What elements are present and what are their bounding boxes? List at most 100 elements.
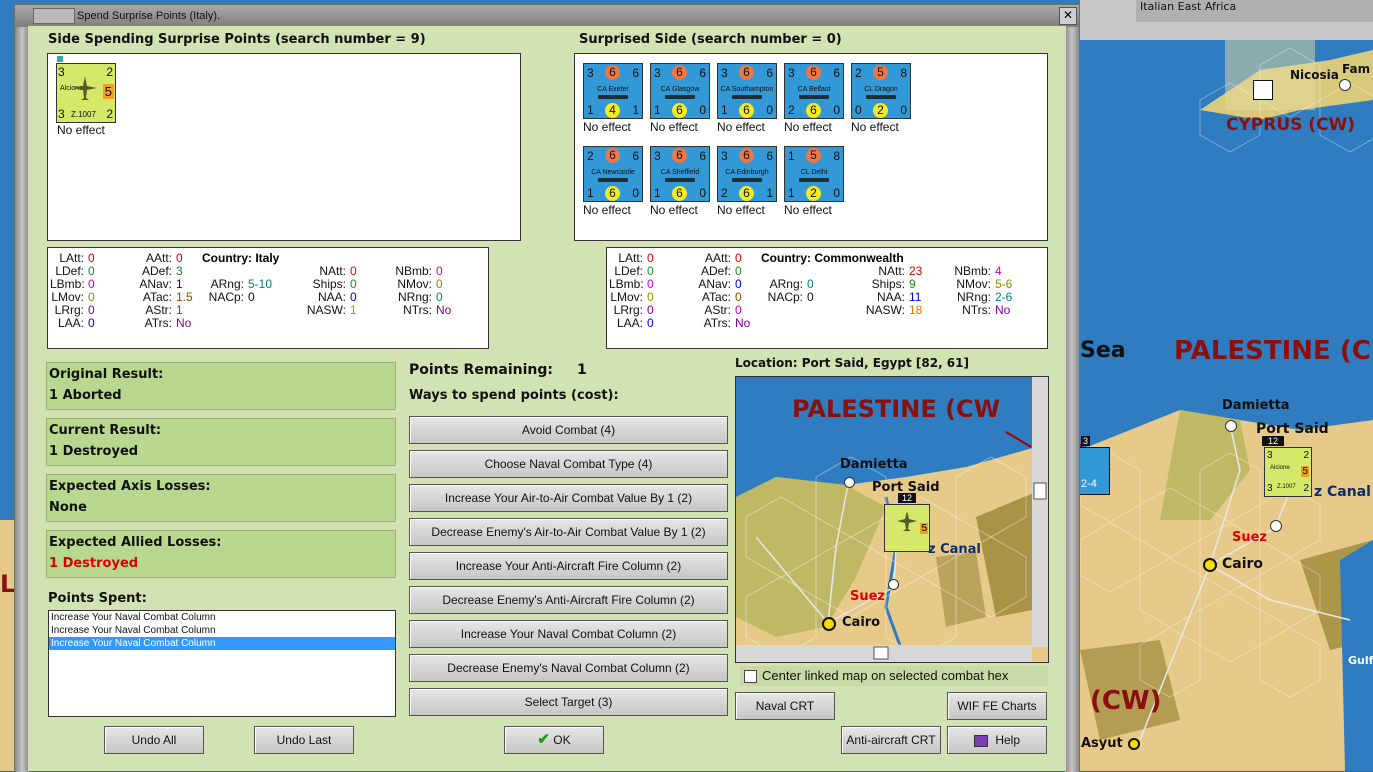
stat-label-nmov: NMov: [397, 277, 432, 291]
cairo-city-icon [1203, 558, 1217, 572]
anti-aircraft-crt-button[interactable]: Anti-aircraft CRT [841, 726, 941, 754]
stat-value-ntrs: No [995, 303, 1011, 317]
ship-icon [665, 95, 695, 99]
stat-value-laa: 0 [88, 316, 95, 330]
ship-tc: 6 [739, 65, 754, 80]
ship-counter[interactable]: 2 5 8 CL Dragon 0 2 0 [851, 63, 911, 119]
stat-value-natt: 0 [350, 264, 357, 278]
stat-label-latt: LAtt: [618, 251, 643, 265]
map-label-italian-east-africa: Italian East Africa [1140, 0, 1237, 13]
increase-naval-combat-button[interactable]: Increase Your Naval Combat Column (2) [409, 620, 728, 648]
minimap-cairo-city-icon [822, 617, 836, 631]
stat-label-nrng: NRng: [397, 290, 432, 304]
side-spending-units-box[interactable] [47, 53, 521, 241]
select-target-button[interactable]: Select Target (3) [409, 688, 728, 716]
ship-counter[interactable]: 3 6 6 CA Edinburgh 2 6 1 [717, 146, 777, 202]
ship-bl: 2 [721, 186, 728, 200]
stat-label-naa: NAA: [876, 290, 905, 304]
help-button[interactable]: Help [947, 726, 1047, 754]
stat-label-lmov: LMov: [51, 290, 84, 304]
ship-tr: 8 [900, 66, 907, 80]
ship-effect: No effect [784, 120, 832, 134]
stat-label-nbmb: NBmb: [395, 264, 432, 278]
side-spending-header: Side Spending Surprise Points (search nu… [48, 32, 426, 47]
ship-effect: No effect [650, 120, 698, 134]
dialog-titlebar[interactable]: Spend Surprise Points (Italy). ✕ [15, 5, 1079, 28]
stat-value-ldef: 0 [647, 264, 654, 278]
naval-crt-button[interactable]: Naval CRT [735, 692, 835, 720]
stat-label-anav: ANav: [698, 277, 731, 291]
stat-label-nmov: NMov: [956, 277, 991, 291]
increase-anti-aircraft-button[interactable]: Increase Your Anti-Aircraft Fire Column … [409, 552, 728, 580]
center-map-checkbox[interactable] [744, 670, 757, 683]
partial-unit-count: 3 [1081, 436, 1091, 446]
stat-label-atac: ATac: [142, 290, 172, 304]
wif-fe-charts-button[interactable]: WIF FE Charts [947, 692, 1047, 720]
ship-tr: 6 [632, 66, 639, 80]
ship-tc: 6 [672, 148, 687, 163]
stat-value-lbmb: 0 [88, 277, 95, 291]
stat-label-ldef: LDef: [55, 264, 84, 278]
list-item[interactable]: Increase Your Naval Combat Column [49, 624, 395, 637]
current-result-box: Current Result: 1 Destroyed [46, 418, 396, 466]
list-item[interactable]: Increase Your Naval Combat Column [49, 611, 395, 624]
ship-tr: 8 [833, 149, 840, 163]
unit-br: 2 [106, 107, 113, 121]
cyprus-unit-icon[interactable] [1253, 80, 1273, 100]
ship-icon [598, 178, 628, 182]
stats-commonwealth: LAtt: 0 LDef: 0 LBmb: 0 LMov: 0 LRrg: 0 LAA: 0 AAtt:… [606, 247, 1048, 349]
list-item-selected[interactable]: Increase Your Naval Combat Column [49, 637, 395, 650]
points-remaining-label: Points Remaining: [409, 362, 554, 378]
undo-all-button[interactable]: Undo All [104, 726, 204, 754]
stat-value-ships: 0 [350, 277, 357, 291]
stat-value-lmov: 0 [88, 290, 95, 304]
ship-tl: 3 [721, 66, 728, 80]
decrease-enemy-anti-aircraft-button[interactable]: Decrease Enemy's Anti-Aircraft Fire Colu… [409, 586, 728, 614]
ship-counter[interactable]: 3 6 6 CA Exeter 1 4 1 [583, 63, 643, 119]
minimap-air-unit[interactable]: 5 [884, 504, 930, 552]
choose-naval-combat-type-button[interactable]: Choose Naval Combat Type (4) [409, 450, 728, 478]
system-menu-button[interactable] [33, 8, 75, 24]
stat-value-nrng: 0 [436, 290, 443, 304]
stat-value-lrrg: 0 [88, 303, 95, 317]
ship-counter[interactable]: 3 6 6 CA Southampton 1 6 0 [717, 63, 777, 119]
ship-counter[interactable]: 2 6 6 CA Newcastle 1 6 0 [583, 146, 643, 202]
map-label-cw: (CW) [1090, 686, 1162, 716]
ship-counter[interactable]: 1 5 8 CL Delhi 1 2 0 [784, 146, 844, 202]
ship-effect: No effect [583, 120, 631, 134]
points-spent-list[interactable]: Increase Your Naval Combat Column Increa… [48, 610, 396, 717]
unit-counter-alcione[interactable]: 3 2 3 2 Alcione Z.1007 5 [56, 56, 116, 123]
stat-label-anav: ANav: [139, 277, 172, 291]
decrease-enemy-air-to-air-button[interactable]: Decrease Enemy's Air-to-Air Combat Value… [409, 518, 728, 546]
stat-label-atrs: ATrs: [144, 316, 172, 330]
undo-last-button[interactable]: Undo Last [254, 726, 354, 754]
minimap-label-palestine: PALESTINE (CW [792, 395, 1001, 423]
decrease-enemy-naval-combat-button[interactable]: Decrease Enemy's Naval Combat Column (2) [409, 654, 728, 682]
ship-icon [799, 178, 829, 182]
linked-minimap[interactable]: PALESTINE (CW Damietta Port Said z Canal… [735, 376, 1049, 663]
center-map-row[interactable]: Center linked map on selected combat hex [740, 666, 1048, 686]
stats-italy: LAtt: 0 LDef: 0 LBmb: 0 LMov: 0 LRrg: 0 LAA: 0 AAtt:… [47, 247, 489, 349]
ship-counter[interactable]: 3 6 6 CA Glasgow 1 6 0 [650, 63, 710, 119]
stat-value-anav: 0 [735, 277, 742, 291]
close-button[interactable]: ✕ [1059, 7, 1077, 25]
ship-name: CA Southampton [720, 86, 774, 93]
stat-label-ldef: LDef: [614, 264, 643, 278]
country-label: Country: Italy [202, 251, 280, 265]
map-air-unit[interactable]: 3 2 3 2 Alcione Z.1007 5 [1264, 447, 1312, 497]
stat-value-atrs: No [176, 316, 192, 330]
minimap-suez-port-icon [888, 579, 899, 590]
increase-air-to-air-button[interactable]: Increase Your Air-to-Air Combat Value By… [409, 484, 728, 512]
ship-bc: 6 [739, 103, 754, 118]
ok-button[interactable]: ✔ OK [504, 726, 604, 754]
ship-counter[interactable]: 3 6 6 CA Belfast 2 6 0 [784, 63, 844, 119]
ship-counter[interactable]: 3 6 6 CA Sheffield 1 6 0 [650, 146, 710, 202]
center-map-label: Center linked map on selected combat hex [762, 668, 1009, 683]
unit-tr: 2 [106, 65, 113, 79]
check-icon: ✔ [537, 731, 550, 748]
ship-effect: No effect [717, 203, 765, 217]
ship-tr: 6 [632, 149, 639, 163]
avoid-combat-button[interactable]: Avoid Combat (4) [409, 416, 728, 444]
ship-name: CA Edinburgh [725, 169, 769, 176]
damietta-port-icon [1225, 420, 1237, 432]
